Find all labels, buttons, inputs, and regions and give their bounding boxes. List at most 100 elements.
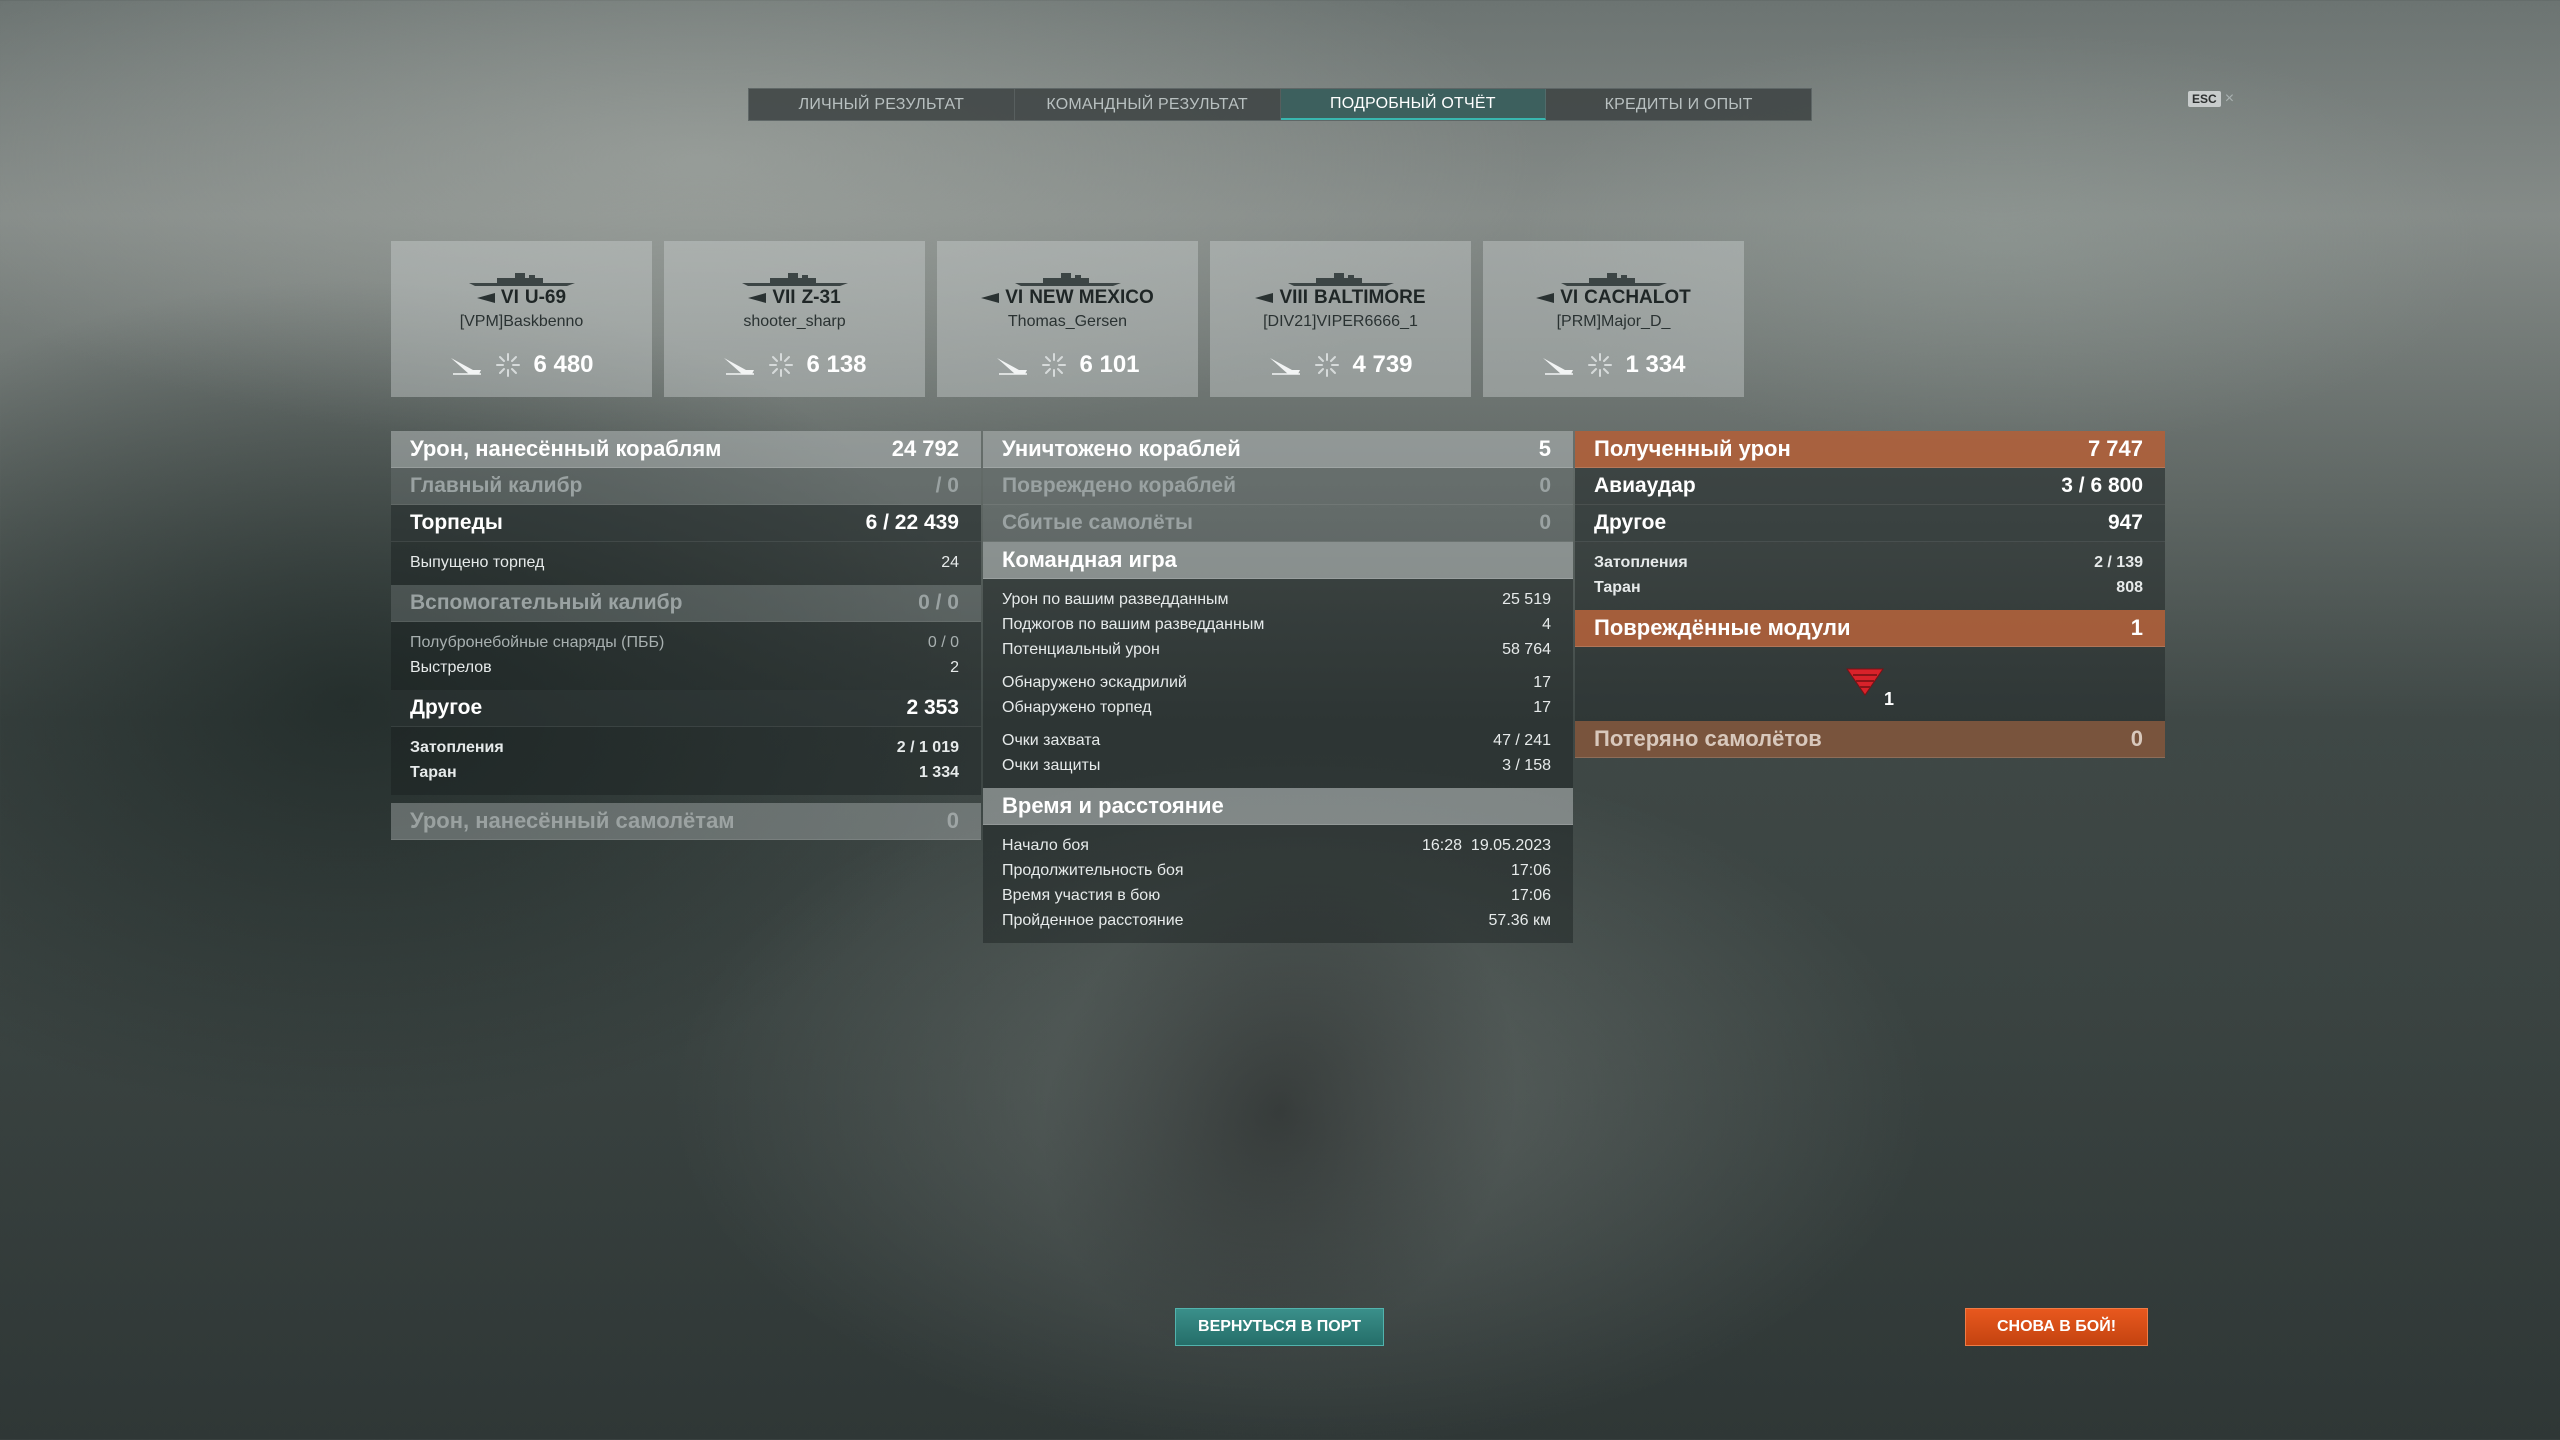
ship-name: VI CACHALOT — [1536, 287, 1691, 309]
ship-name: VI U-69 — [476, 287, 566, 309]
shots-row: Выстрелов 2 — [391, 655, 981, 680]
sunk-ship-icon — [724, 358, 755, 375]
team-play-column: Уничтожено кораблей 5 Повреждено корабле… — [983, 431, 1573, 943]
received-flooding-row: Затопления 2 / 139 — [1575, 550, 2165, 575]
ship-card: VI U-69 [VPM]Baskbenno 6 480 — [391, 241, 652, 397]
other-received-value: 947 — [2107, 511, 2143, 534]
duration-value: 17:06 — [1510, 861, 1551, 879]
distance-value: 57.36 км — [1488, 911, 1551, 929]
main-battery-value: / 0 — [935, 474, 959, 497]
ship-silhouette-icon — [1287, 273, 1394, 286]
received-ram-row: Таран 808 — [1575, 575, 2165, 600]
time-distance-header: Время и расстояние — [983, 788, 1573, 825]
ship-name: VIII BALTIMORE — [1255, 287, 1426, 309]
damaged-modules-value: 1 — [2130, 615, 2143, 640]
torps-spotted-row: Обнаружено торпед 17 — [983, 695, 1573, 720]
planes-shot-label: Сбитые самолёты — [1002, 511, 1193, 534]
ship-damage: 6 480 — [533, 351, 594, 378]
ship-damage: 6 138 — [806, 351, 867, 378]
damaged-row: Повреждено кораблей 0 — [983, 468, 1573, 505]
ship-class-icon — [748, 293, 767, 303]
ship-name-text: BALTIMORE — [1313, 287, 1426, 308]
defense-points-value: 3 / 158 — [1502, 756, 1551, 774]
tab-team-result[interactable]: КОМАНДНЫЙ РЕЗУЛЬТАТ — [1015, 89, 1281, 120]
received-damage-value: 7 747 — [2087, 436, 2143, 461]
potential-damage-label: Потенциальный урон — [1002, 640, 1160, 658]
other-received-row: Другое 947 — [1575, 505, 2165, 542]
tab-detailed-report[interactable]: ПОДРОБНЫЙ ОТЧЁТ — [1280, 89, 1547, 120]
participation-row: Время участия в бою 17:06 — [983, 883, 1573, 908]
spotting-fires-label: Поджогов по вашим разведданным — [1002, 615, 1265, 633]
destroyed-label: Уничтожено кораблей — [1002, 436, 1241, 461]
ship-tier: VI — [1005, 287, 1024, 308]
ship-silhouette-icon — [468, 273, 575, 286]
player-name: Thomas_Gersen — [1007, 313, 1128, 330]
torpedoes-row: Торпеды 6 / 22 439 — [391, 505, 981, 542]
ship-damage: 1 334 — [1625, 351, 1686, 378]
close-icon: × — [2224, 90, 2235, 107]
ship-damage: 6 101 — [1079, 351, 1140, 378]
capture-points-value: 47 / 241 — [1493, 731, 1551, 749]
other-received-details: Затопления 2 / 139 Таран 808 — [1575, 542, 2165, 610]
damage-dealt-column: Урон, нанесённый кораблям 24 792 Главный… — [391, 431, 981, 840]
participation-value: 17:06 — [1510, 886, 1551, 904]
main-battery-label: Главный калибр — [410, 474, 583, 497]
module-count: 1 — [1884, 689, 1895, 709]
ship-card: VI NEW MEXICO Thomas_Gersen 6 101 — [937, 241, 1198, 397]
ship-silhouette-icon — [1560, 273, 1667, 286]
damage-received-column: Полученный урон 7 747 Авиаудар 3 / 6 800… — [1575, 431, 2165, 758]
defense-points-row: Очки защиты 3 / 158 — [983, 753, 1573, 778]
damage-burst-icon — [1042, 353, 1067, 377]
return-to-port-button[interactable]: ВЕРНУТЬСЯ В ПОРТ — [1175, 1308, 1384, 1346]
team-play-details: Урон по вашим разведданным 25 519 Поджог… — [983, 579, 1573, 788]
squadrons-spotted-row: Обнаружено эскадрилий 17 — [983, 670, 1573, 695]
tab-credits-xp[interactable]: КРЕДИТЫ И ОПЫТ — [1546, 89, 1811, 120]
flooding-label: Затопления — [410, 738, 504, 756]
ship-tier: VII — [772, 287, 796, 308]
damage-burst-icon — [769, 353, 794, 377]
sunk-ship-icon — [451, 358, 482, 375]
ship-stats: 6 138 — [722, 351, 867, 379]
flooding-value: 2 / 1 019 — [896, 738, 959, 756]
ship-tier: VI — [1560, 287, 1579, 308]
sunk-ship-icon — [1543, 358, 1574, 375]
other-received-label: Другое — [1594, 511, 1667, 534]
distance-row: Пройденное расстояние 57.36 км — [983, 908, 1573, 933]
participation-label: Время участия в бою — [1002, 886, 1161, 904]
other-damage-value: 2 353 — [906, 696, 959, 719]
planes-lost-label: Потеряно самолётов — [1594, 726, 1822, 751]
ship-damage-value: 24 792 — [891, 436, 959, 461]
ship-name-text: CACHALOT — [1584, 287, 1691, 308]
ship-stats: 4 739 — [1268, 351, 1413, 379]
airstrike-row: Авиаудар 3 / 6 800 — [1575, 468, 2165, 505]
damaged-value: 0 — [1539, 474, 1551, 497]
received-ram-value: 808 — [2116, 578, 2143, 596]
esc-close-button[interactable]: ESC × — [2188, 90, 2234, 108]
player-name: [VPM]Baskbenno — [459, 313, 584, 330]
ship-silhouette-icon — [741, 273, 848, 286]
secondary-label: Вспомогательный калибр — [410, 591, 683, 614]
ram-label: Таран — [410, 763, 457, 781]
torpedoes-fired-row: Выпущено торпед 24 — [391, 550, 981, 575]
sunk-ship-icon — [1270, 358, 1301, 375]
plane-damage-value: 0 — [946, 808, 959, 833]
ship-card: VII Z-31 shooter_sharp 6 138 — [664, 241, 925, 397]
other-damage-label: Другое — [410, 696, 483, 719]
secondary-details: Полубронебойные снаряды (ПББ) 0 / 0 Выст… — [391, 622, 981, 690]
duration-label: Продолжительность боя — [1002, 861, 1184, 879]
destroyed-value: 5 — [1538, 436, 1551, 461]
battle-again-button[interactable]: СНОВА В БОЙ! — [1965, 1308, 2148, 1346]
damaged-label: Повреждено кораблей — [1002, 474, 1236, 497]
potential-damage-value: 58 764 — [1502, 640, 1551, 658]
damage-burst-icon — [496, 353, 521, 377]
tab-personal-result[interactable]: ЛИЧНЫЙ РЕЗУЛЬТАТ — [749, 89, 1015, 120]
potential-damage-row: Потенциальный урон 58 764 — [983, 637, 1573, 662]
player-name: [DIV21]VIPER6666_1 — [1263, 313, 1418, 330]
ship-class-icon — [981, 293, 1000, 303]
torpedoes-fired-label: Выпущено торпед — [410, 553, 545, 571]
planes-shot-value: 0 — [1539, 511, 1551, 534]
torpedoes-label: Торпеды — [410, 511, 503, 534]
sap-label: Полубронебойные снаряды (ПББ) — [410, 633, 665, 651]
damage-burst-icon — [1588, 353, 1613, 377]
sap-value: 0 / 0 — [927, 633, 959, 651]
